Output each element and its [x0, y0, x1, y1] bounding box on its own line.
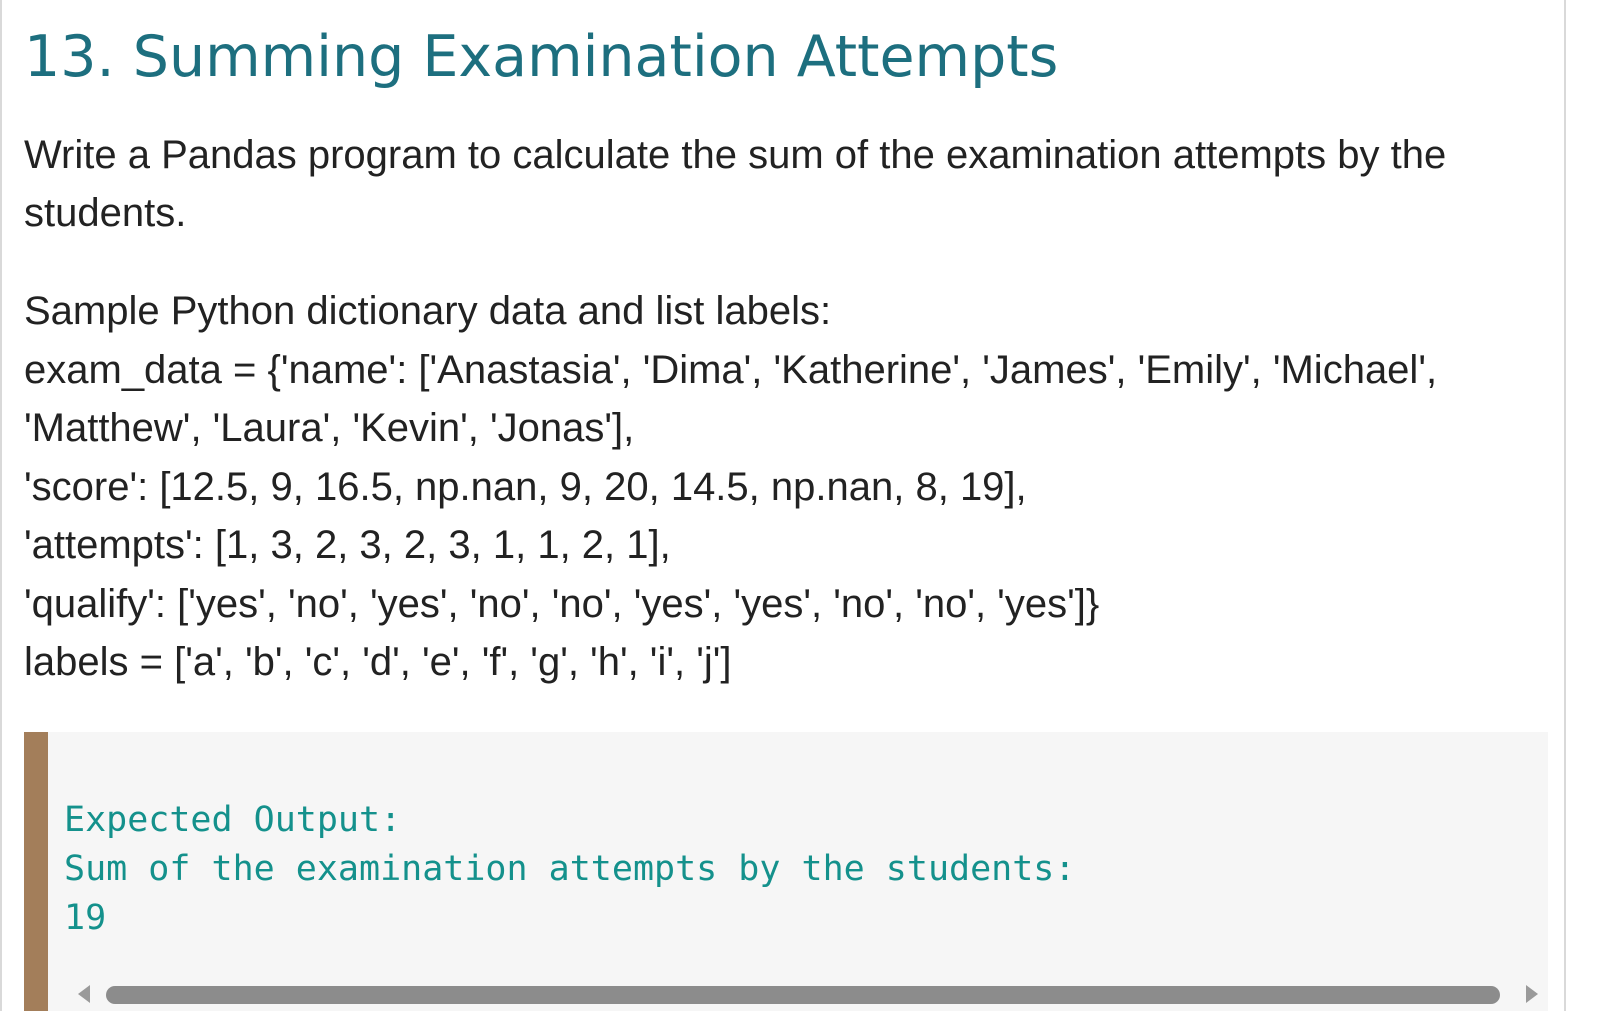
horizontal-scrollbar[interactable]: [48, 975, 1548, 1011]
sample-data-block: Sample Python dictionary data and list l…: [24, 282, 1554, 692]
sample-data-line: labels = ['a', 'b', 'c', 'd', 'e', 'f', …: [24, 640, 732, 684]
sample-data-line: 'Matthew', 'Laura', 'Kevin', 'Jonas'],: [24, 406, 635, 450]
exercise-description: Write a Pandas program to calculate the …: [24, 133, 1447, 235]
expected-output-heading: Expected Output:: [64, 800, 402, 840]
scrollbar-thumb[interactable]: [106, 986, 1500, 1004]
sample-data-heading: Sample Python dictionary data and list l…: [24, 289, 832, 333]
sample-data-line: 'attempts': [1, 3, 2, 3, 2, 3, 1, 1, 2, …: [24, 523, 671, 567]
exercise-panel: 13. Summing Examination Attempts Write a…: [0, 0, 1566, 1011]
expected-output-box: Expected Output: Sum of the examination …: [24, 732, 1548, 1011]
expected-output-code: Expected Output: Sum of the examination …: [64, 796, 1075, 943]
exercise-title: 13. Summing Examination Attempts: [24, 24, 1059, 90]
chevron-right-icon[interactable]: [1526, 985, 1538, 1003]
expected-output-caption: Sum of the examination attempts by the s…: [64, 849, 1076, 889]
sample-data-line: exam_data = {'name': ['Anastasia', 'Dima…: [24, 347, 1438, 392]
expected-output-value: 19: [64, 898, 107, 938]
sample-data-line: 'qualify': ['yes', 'no', 'yes', 'no', 'n…: [24, 581, 1100, 626]
sample-data-line: 'score': [12.5, 9, 16.5, np.nan, 9, 20, …: [24, 464, 1027, 509]
chevron-left-icon[interactable]: [78, 985, 90, 1003]
